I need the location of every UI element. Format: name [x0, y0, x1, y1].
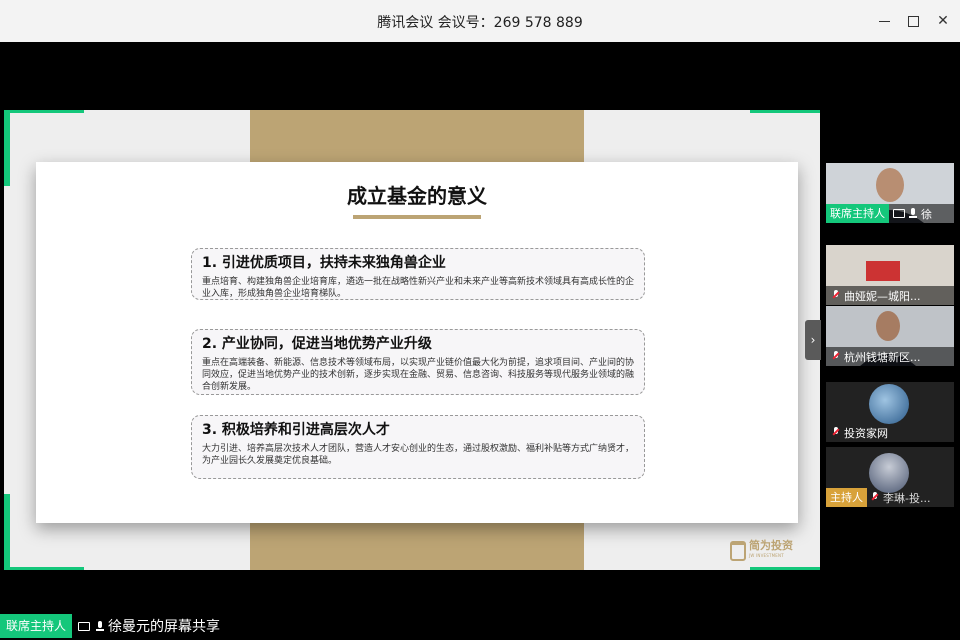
microphone-icon — [909, 208, 917, 219]
company-logo: 简为投资 JW INVESTMENT — [730, 538, 802, 564]
logo-mark-icon — [730, 541, 746, 561]
toggle-panel-button[interactable]: › — [805, 320, 821, 360]
close-button[interactable]: ✕ — [934, 12, 952, 30]
minimize-button[interactable] — [875, 12, 893, 30]
participant-tile[interactable]: 杭州钱塘新区... — [826, 306, 954, 366]
participant-caption: 曲娅妮—城阳... — [826, 286, 954, 305]
avatar — [869, 453, 909, 493]
corner-bracket — [750, 110, 820, 113]
window-title: 腾讯会议 会议号：269 578 889 — [377, 15, 583, 31]
participant-name: 李琳-投... — [883, 491, 931, 505]
point-box-3: 3. 积极培养和引进高层次人才 大力引进、培养高层次技术人才团队，营造人才安心创… — [191, 415, 645, 479]
avatar — [869, 384, 909, 424]
corner-bracket — [4, 567, 84, 570]
point-body: 重点在高端装备、新能源、信息技术等领域布局，以实现产业链价值最大化为前提，追求项… — [202, 358, 635, 392]
maximize-button[interactable] — [904, 12, 922, 30]
participant-name: 杭州钱塘新区... — [844, 350, 921, 364]
participant-caption: 杭州钱塘新区... — [826, 347, 954, 366]
slide-title-underline — [353, 215, 481, 219]
slide-title: 成立基金的意义 — [347, 184, 487, 208]
point-title: 2. 产业协同，促进当地优势产业升级 — [202, 336, 432, 352]
point-body: 重点培育、构建独角兽企业培育库，遴选一批在战略性新兴产业和未来产业等高新技术领域… — [202, 277, 635, 299]
shared-screen[interactable]: 成立基金的意义 1. 引进优质项目，扶持未来独角兽企业 重点培育、构建独角兽企业… — [4, 110, 820, 570]
corner-bracket — [4, 110, 10, 186]
point-box-2: 2. 产业协同，促进当地优势产业升级 重点在高端装备、新能源、信息技术等领域布局… — [191, 329, 645, 395]
mic-muted-icon — [832, 427, 840, 438]
slide-content-card: 成立基金的意义 1. 引进优质项目，扶持未来独角兽企业 重点培育、构建独角兽企业… — [36, 162, 798, 523]
title-bar: 腾讯会议 会议号：269 578 889 ✕ — [0, 0, 960, 42]
mic-muted-icon — [871, 492, 879, 503]
point-title: 3. 积极培养和引进高层次人才 — [202, 422, 390, 438]
point-box-1: 1. 引进优质项目，扶持未来独角兽企业 重点培育、构建独角兽企业培育库，遴选一批… — [191, 248, 645, 300]
point-title: 1. 引进优质项目，扶持未来独角兽企业 — [202, 255, 446, 271]
mic-muted-icon — [832, 351, 840, 362]
screen-share-label: 徐曼元的屏幕共享 — [108, 619, 221, 635]
microphone-icon — [96, 620, 105, 632]
participant-name: 曲娅妮—城阳... — [844, 289, 921, 303]
corner-bracket — [4, 110, 84, 113]
participant-tile[interactable]: 主持人 李琳-投... — [826, 447, 954, 507]
participant-name: 投资家网 — [844, 426, 888, 440]
logo-text: 简为投资 — [749, 539, 793, 552]
participant-caption: 联席主持人 徐 — [826, 204, 954, 223]
host-badge: 主持人 — [826, 488, 867, 507]
logo-subtext: JW INVESTMENT — [749, 553, 784, 558]
mic-muted-icon — [832, 290, 840, 301]
bottom-status-bar: 联席主持人 徐曼元的屏幕共享 — [0, 612, 960, 640]
participant-tile[interactable]: 投资家网 — [826, 382, 954, 442]
screen-share-icon — [893, 209, 905, 218]
participant-tile[interactable]: 曲娅妮—城阳... — [826, 245, 954, 305]
participant-tile[interactable]: 联席主持人 徐 — [826, 163, 954, 223]
corner-bracket — [750, 567, 820, 570]
participant-name: 徐 — [921, 207, 932, 221]
participant-caption: 主持人 李琳-投... — [826, 488, 954, 507]
point-body: 大力引进、培养高层次技术人才团队，营造人才安心创业的生态，通过股权激励、福利补贴… — [202, 444, 635, 466]
host-badge: 联席主持人 — [0, 614, 73, 638]
host-badge: 联席主持人 — [826, 204, 889, 223]
participant-caption: 投资家网 — [826, 423, 954, 442]
corner-bracket — [4, 494, 10, 570]
chevron-right-icon: › — [810, 333, 816, 347]
screen-share-icon — [78, 621, 91, 631]
